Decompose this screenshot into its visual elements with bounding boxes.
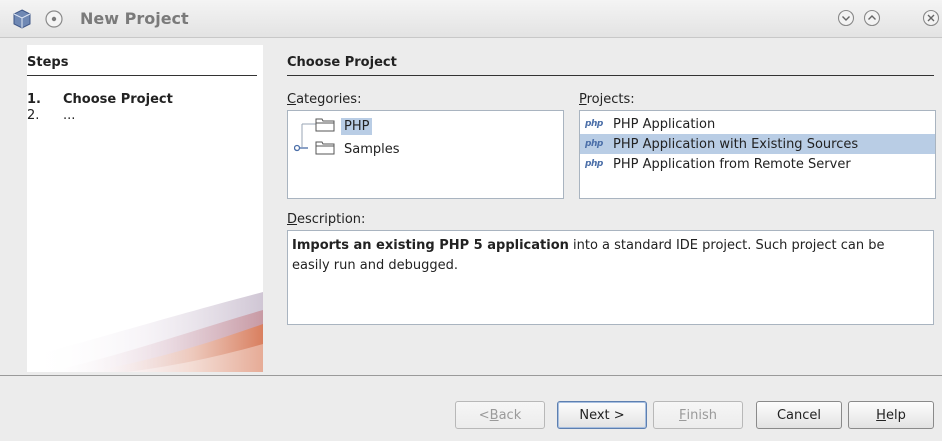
php-icon: php	[585, 119, 603, 129]
wizard-swoosh-graphic	[27, 292, 263, 372]
next-button[interactable]: Next >	[557, 401, 647, 429]
tree-expand-handle-icon[interactable]	[293, 142, 310, 158]
php-icon: php	[585, 159, 603, 169]
steps-heading: Steps	[27, 55, 69, 70]
help-button[interactable]: Help	[848, 401, 934, 429]
tree-item-label: Samples	[344, 141, 400, 157]
footer-divider	[0, 375, 942, 376]
title-bar: New Project	[0, 0, 942, 38]
categories-tree[interactable]: PHP Samples	[287, 110, 564, 199]
close-icon[interactable]	[922, 9, 940, 27]
list-item[interactable]: php PHP Application	[580, 114, 935, 134]
panel-divider	[287, 75, 934, 76]
panel-heading: Choose Project	[287, 55, 397, 70]
list-item[interactable]: php PHP Application with Existing Source…	[580, 134, 935, 154]
step-item: 1. Choose Project	[27, 92, 173, 107]
list-item-label: PHP Application with Existing Sources	[613, 136, 859, 152]
window-title: New Project	[80, 9, 189, 28]
steps-panel: Steps 1. Choose Project 2....	[27, 45, 263, 372]
folder-icon	[315, 116, 335, 136]
projects-label: Projects:	[579, 92, 635, 107]
minimize-icon[interactable]	[837, 9, 855, 27]
maximize-icon[interactable]	[863, 9, 881, 27]
list-item-label: PHP Application from Remote Server	[613, 156, 851, 172]
finish-button[interactable]: Finish	[653, 401, 743, 429]
php-icon: php	[585, 139, 603, 149]
step-label: Choose Project	[63, 92, 173, 107]
folder-icon	[315, 139, 335, 159]
step-item: 2....	[27, 108, 75, 123]
description-area: Imports an existing PHP 5 application in…	[287, 230, 934, 325]
back-button[interactable]: < Back	[455, 401, 545, 429]
projects-list[interactable]: php PHP Application php PHP Application …	[579, 110, 936, 199]
step-number: 1.	[27, 92, 41, 107]
step-number: 2.	[27, 108, 40, 123]
description-label: Description:	[287, 212, 366, 227]
description-text: Imports an existing PHP 5 application in…	[292, 238, 885, 273]
netbeans-cube-icon	[12, 9, 32, 33]
radio-icon[interactable]	[44, 9, 64, 33]
tree-item-label: PHP	[341, 117, 373, 135]
list-item-label: PHP Application	[613, 116, 716, 132]
tree-item-samples[interactable]: Samples	[315, 139, 403, 159]
list-item[interactable]: php PHP Application from Remote Server	[580, 154, 935, 174]
tree-item-php[interactable]: PHP	[315, 116, 373, 136]
cancel-button[interactable]: Cancel	[756, 401, 842, 429]
step-label: ...	[63, 108, 76, 123]
categories-label: Categories:	[287, 92, 362, 107]
steps-divider	[27, 75, 257, 76]
